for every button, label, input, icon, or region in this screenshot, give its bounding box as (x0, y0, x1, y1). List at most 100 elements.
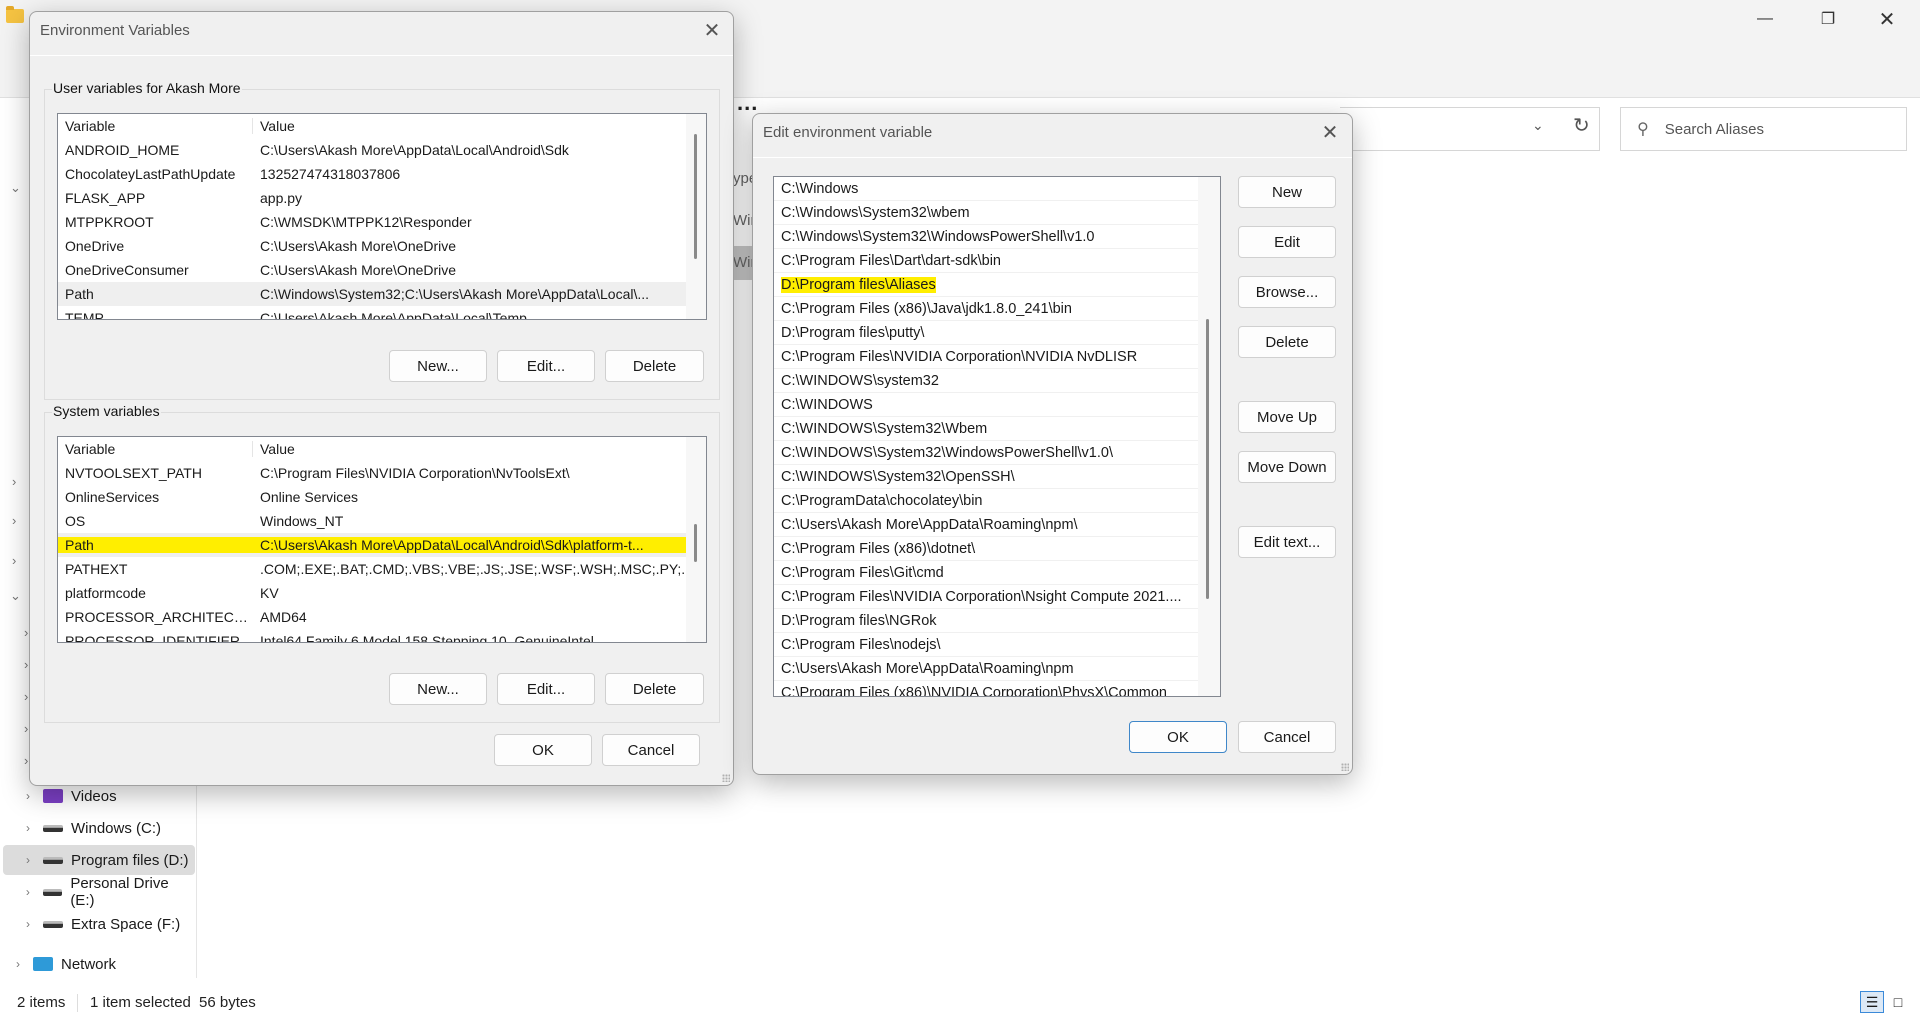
system-variables-list[interactable]: Variable Value NVTOOLSEXT_PATH C:\Program… (57, 436, 707, 643)
path-entry[interactable]: C:\Program Files\nodejs\ (774, 633, 1198, 657)
path-entry[interactable]: C:\Program Files (x86)\dotnet\ (774, 537, 1198, 561)
path-entry[interactable]: C:\Program Files (x86)\Java\jdk1.8.0_241… (774, 297, 1198, 321)
path-entry[interactable]: D:\Program files\NGRok (774, 609, 1198, 633)
variable-row[interactable]: ANDROID_HOME C:\Users\Akash More\AppData\… (58, 138, 686, 162)
move-down-button[interactable]: Move Down (1238, 451, 1336, 483)
ok-button[interactable]: OK (1129, 721, 1227, 753)
close-icon[interactable]: ✕ (697, 18, 727, 43)
path-entry[interactable]: D:\Program files\Aliases (774, 273, 1198, 297)
path-entry[interactable]: C:\WINDOWS\System32\OpenSSH\ (774, 465, 1198, 489)
user-edit-button[interactable]: Edit... (497, 350, 595, 382)
chevron-right-icon[interactable]: › (24, 625, 28, 640)
chevron-right-icon[interactable]: › (12, 513, 16, 528)
move-up-button[interactable]: Move Up (1238, 401, 1336, 433)
chevron-right-icon[interactable]: › (12, 553, 16, 568)
restore-icon[interactable]: ❐ (1805, 4, 1851, 34)
scrollbar[interactable] (1198, 177, 1220, 696)
scrollbar-thumb[interactable] (694, 524, 697, 562)
chevron-right-icon[interactable]: › (24, 657, 28, 672)
scrollbar-thumb[interactable] (694, 134, 697, 259)
cancel-button[interactable]: Cancel (602, 734, 700, 766)
chevron-right-icon[interactable]: › (17, 821, 39, 835)
chevron-right-icon[interactable]: › (24, 721, 28, 736)
path-entry[interactable]: C:\Program Files\NVIDIA Corporation\Nsig… (774, 585, 1198, 609)
user-new-button[interactable]: New... (389, 350, 487, 382)
variable-row[interactable]: OneDrive C:\Users\Akash More\OneDrive (58, 234, 686, 258)
chevron-right-icon[interactable]: › (12, 474, 16, 489)
user-delete-button[interactable]: Delete (605, 350, 704, 382)
chevron-right-icon[interactable]: › (24, 753, 28, 768)
close-icon[interactable]: ✕ (1315, 120, 1345, 145)
path-entry[interactable]: C:\Program Files\NVIDIA Corporation\NVID… (774, 345, 1198, 369)
column-header-variable[interactable]: Variable (58, 118, 253, 134)
path-entry[interactable]: C:\WINDOWS\System32\Wbem (774, 417, 1198, 441)
chevron-right-icon[interactable]: › (17, 853, 39, 867)
column-header-variable[interactable]: Variable (58, 441, 253, 457)
user-variables-list[interactable]: Variable Value ANDROID_HOME C:\Users\Akas… (57, 113, 707, 320)
address-bar[interactable] (1340, 107, 1600, 151)
system-edit-button[interactable]: Edit... (497, 673, 595, 705)
sidebar-item-program-files-d[interactable]: › Program files (D:) (3, 845, 195, 875)
path-entry[interactable]: C:\Program Files (x86)\NVIDIA Corporatio… (774, 681, 1198, 696)
scrollbar[interactable] (686, 437, 706, 642)
chevron-right-icon[interactable]: › (7, 957, 29, 971)
chevron-right-icon[interactable]: › (17, 789, 39, 803)
variable-row[interactable]: FLASK_APP app.py (58, 186, 686, 210)
variable-row[interactable]: OnlineServices Online Services (58, 485, 686, 509)
variable-row[interactable]: MTPPKROOT C:\WMSDK\MTPPK12\Responder (58, 210, 686, 234)
browse-button[interactable]: Browse... (1238, 276, 1336, 308)
variable-row[interactable]: Path C:\Users\Akash More\AppData\Local\An… (58, 533, 686, 557)
chevron-down-icon[interactable]: ⌄ (10, 180, 21, 196)
column-header-value[interactable]: Value (253, 118, 686, 134)
path-entry[interactable]: C:\Windows\System32\WindowsPowerShell\v1… (774, 225, 1198, 249)
variable-row[interactable]: OneDriveConsumer C:\Users\Akash More\OneD… (58, 258, 686, 282)
variable-row[interactable]: Path C:\Windows\System32;C:\Users\Akash M… (58, 282, 686, 306)
variable-row[interactable]: platformcode KV (58, 581, 686, 605)
more-options-button[interactable]: ... (737, 90, 758, 116)
sidebar-item-windows-c[interactable]: › Windows (C:) (3, 813, 195, 843)
path-entry[interactable]: C:\Users\Akash More\AppData\Roaming\npm (774, 657, 1198, 681)
sidebar-item-extra-space-f[interactable]: › Extra Space (F:) (3, 909, 195, 939)
scrollbar[interactable] (686, 114, 706, 319)
variable-row[interactable]: NVTOOLSEXT_PATH C:\Program Files\NVIDIA C… (58, 461, 686, 485)
path-entries-list[interactable]: C:\Windows C:\Windows\System32\wbem C:\Win… (773, 176, 1221, 697)
new-button[interactable]: New (1238, 176, 1336, 208)
sidebar-item-network[interactable]: › Network (0, 949, 185, 979)
variable-row[interactable]: PATHEXT .COM;.EXE;.BAT;.CMD;.VBS;.VBE;.JS… (58, 557, 686, 581)
variable-row[interactable]: ChocolateyLastPathUpdate 1325274743180378… (58, 162, 686, 186)
variable-row[interactable]: TEMP C:\Users\Akash More\AppData\Local\Te… (58, 306, 686, 319)
column-header-value[interactable]: Value (253, 441, 686, 457)
variable-row[interactable]: PROCESSOR_ARCHITECTU... AMD64 (58, 605, 686, 629)
chevron-right-icon[interactable]: › (17, 917, 39, 931)
scrollbar-thumb[interactable] (1206, 319, 1209, 599)
minimize-icon[interactable]: — (1742, 4, 1788, 34)
path-entry[interactable]: C:\Windows\System32\wbem (774, 201, 1198, 225)
resize-grip[interactable] (1341, 763, 1349, 771)
path-entry[interactable]: C:\Windows (774, 177, 1198, 201)
chevron-right-icon[interactable]: › (17, 885, 39, 899)
delete-button[interactable]: Delete (1238, 326, 1336, 358)
refresh-icon[interactable]: ↻ (1573, 113, 1590, 138)
cancel-button[interactable]: Cancel (1238, 721, 1336, 753)
variable-row[interactable]: OS Windows_NT (58, 509, 686, 533)
sidebar-item-personal-drive-e[interactable]: › Personal Drive (E:) (3, 875, 195, 909)
close-window-icon[interactable]: ✕ (1864, 4, 1910, 34)
system-delete-button[interactable]: Delete (605, 673, 704, 705)
path-entry[interactable]: C:\Program Files\Git\cmd (774, 561, 1198, 585)
chevron-down-icon[interactable]: ⌄ (1532, 117, 1544, 134)
edit-button[interactable]: Edit (1238, 226, 1336, 258)
edit-text-button[interactable]: Edit text... (1238, 526, 1336, 558)
path-entry[interactable]: D:\Program files\putty\ (774, 321, 1198, 345)
tiles-view-icon[interactable]: □ (1886, 991, 1910, 1013)
path-entry[interactable]: C:\ProgramData\chocolatey\bin (774, 489, 1198, 513)
path-entry[interactable]: C:\Users\Akash More\AppData\Roaming\npm\ (774, 513, 1198, 537)
ok-button[interactable]: OK (494, 734, 592, 766)
chevron-right-icon[interactable]: › (24, 689, 28, 704)
system-new-button[interactable]: New... (389, 673, 487, 705)
path-entry[interactable]: C:\WINDOWS\System32\WindowsPowerShell\v1… (774, 441, 1198, 465)
path-entry[interactable]: C:\WINDOWS\system32 (774, 369, 1198, 393)
variable-row[interactable]: PROCESSOR_IDENTIFIER Intel64 Family 6 Mod… (58, 629, 686, 642)
details-view-icon[interactable]: ☰ (1860, 991, 1884, 1013)
path-entry[interactable]: C:\Program Files\Dart\dart-sdk\bin (774, 249, 1198, 273)
chevron-down-icon[interactable]: ⌄ (10, 588, 21, 604)
